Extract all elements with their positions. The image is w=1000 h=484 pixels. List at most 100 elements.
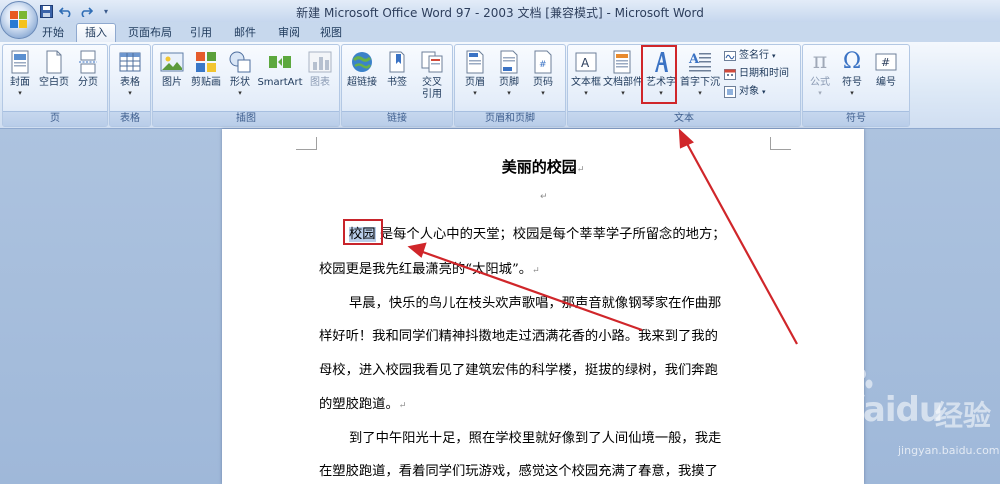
dropdown-arrow-icon: ▾ bbox=[541, 89, 545, 97]
svg-text:#: # bbox=[881, 56, 890, 69]
equation-icon: π bbox=[812, 49, 828, 74]
document-line: 样好听！我和同学们精神抖擞地走过洒满花香的小路。我来到了我的 bbox=[319, 329, 718, 344]
group-text: A 文本框 ▾ 文档部件 ▾ 艺术字 ▾ A 首字下沉 ▾ 签名行 ▾ 日期和时… bbox=[567, 44, 801, 127]
tab-home[interactable]: 开始 bbox=[36, 24, 70, 42]
cross-reference-icon bbox=[420, 50, 444, 74]
tab-insert[interactable]: 插入 bbox=[76, 23, 116, 43]
watermark-brand: Baidu bbox=[838, 390, 943, 430]
blank-page-button[interactable]: 空白页 bbox=[37, 50, 71, 89]
group-label-pages: 页 bbox=[3, 111, 107, 126]
table-icon bbox=[118, 50, 142, 74]
smartart-icon bbox=[268, 50, 292, 74]
group-header-footer: 页眉 ▾ 页脚 ▾ # 页码 ▾ 页眉和页脚 bbox=[454, 44, 566, 127]
number-icon: # bbox=[874, 50, 898, 74]
dropdown-arrow-icon: ▾ bbox=[762, 88, 766, 96]
footer-icon bbox=[497, 50, 521, 74]
paragraph-mark: ↵ bbox=[540, 192, 548, 202]
wordart-highlight-box bbox=[641, 45, 677, 104]
svg-text:#: # bbox=[539, 60, 547, 70]
group-pages: 封面 ▾ 空白页 分页 页 bbox=[2, 44, 108, 127]
selection-highlight-box bbox=[343, 219, 383, 245]
crop-mark-left bbox=[296, 137, 317, 150]
ribbon: 封面 ▾ 空白页 分页 页 表格 ▾ 表格 图片 剪贴画 形状 ▾ SmartA… bbox=[0, 42, 1000, 129]
svg-text:A: A bbox=[688, 52, 700, 67]
dropdown-arrow-icon: ▾ bbox=[621, 89, 625, 97]
page-number-button[interactable]: # 页码 ▾ bbox=[527, 50, 559, 98]
shapes-button[interactable]: 形状 ▾ bbox=[225, 50, 255, 98]
clip-art-button[interactable]: 剪贴画 bbox=[189, 50, 223, 89]
watermark-url: jingyan.baidu.com bbox=[898, 444, 1000, 457]
dropdown-arrow-icon: ▾ bbox=[772, 52, 776, 60]
group-label-tables: 表格 bbox=[110, 111, 150, 126]
smartart-button[interactable]: SmartArt bbox=[257, 50, 303, 89]
ribbon-tabs: 开始 插入 页面布局 引用 邮件 审阅 视图 bbox=[0, 22, 1000, 43]
signature-line-button[interactable]: 签名行 ▾ bbox=[724, 48, 776, 64]
blank-page-icon bbox=[42, 50, 66, 74]
quick-parts-icon bbox=[611, 50, 635, 74]
document-line: 校园 是每个人心中的天堂；校园是每个莘莘学子所留念的地方； bbox=[349, 227, 726, 242]
office-button[interactable] bbox=[0, 1, 38, 39]
cross-reference-button[interactable]: 交叉 引用 bbox=[416, 50, 448, 101]
hyperlink-button[interactable]: 超链接 bbox=[345, 50, 379, 89]
document-line: 校园更是我先红最潇亮的“太阳城”。↵ bbox=[319, 262, 540, 277]
dropdown-arrow-icon: ▾ bbox=[850, 89, 854, 97]
tab-mailings[interactable]: 邮件 bbox=[228, 24, 262, 42]
clip-art-icon bbox=[194, 50, 218, 74]
tab-review[interactable]: 审阅 bbox=[272, 24, 306, 42]
cover-page-button[interactable]: 封面 ▾ bbox=[5, 50, 35, 98]
page-break-button[interactable]: 分页 bbox=[73, 50, 103, 89]
tab-view[interactable]: 视图 bbox=[314, 24, 348, 42]
document-line: 到了中午阳光十足，照在学校里就好像到了人间仙境一般，我走 bbox=[349, 431, 722, 446]
group-label-text: 文本 bbox=[568, 111, 800, 126]
paragraph-mark: ↵ bbox=[576, 165, 585, 175]
crop-mark-right bbox=[770, 137, 791, 150]
shapes-icon bbox=[228, 50, 252, 74]
chart-icon bbox=[308, 50, 332, 74]
hyperlink-icon bbox=[350, 50, 374, 74]
chart-button[interactable]: 图表 bbox=[305, 50, 335, 89]
document-page[interactable]: 美丽的校园↵ ↵ 校园 是每个人心中的天堂；校园是每个莘莘学子所留念的地方； 校… bbox=[222, 129, 864, 484]
cover-page-icon bbox=[8, 50, 32, 74]
baidu-watermark: Baidu 经验 jingyan.baidu.com bbox=[838, 368, 1000, 468]
table-button[interactable]: 表格 ▾ bbox=[113, 50, 147, 98]
footer-button[interactable]: 页脚 ▾ bbox=[493, 50, 525, 98]
dropdown-arrow-icon: ▾ bbox=[473, 89, 477, 97]
symbol-button[interactable]: Ω 符号 ▾ bbox=[837, 50, 867, 98]
object-button[interactable]: 对象 ▾ bbox=[724, 84, 766, 100]
document-line: 早晨，快乐的鸟儿在枝头欢声歌唱，那声音就像钢琴家在作曲那 bbox=[349, 296, 722, 311]
tab-page-layout[interactable]: 页面布局 bbox=[122, 24, 178, 42]
office-logo-icon bbox=[10, 11, 28, 29]
date-time-button[interactable]: 日期和时间 bbox=[724, 66, 789, 82]
bookmark-button[interactable]: 书签 bbox=[382, 50, 412, 89]
document-line: 母校，进入校园我看见了建筑宏伟的科学楼，挺拔的绿树，我们奔跑 bbox=[319, 363, 718, 378]
window-title: 新建 Microsoft Office Word 97 - 2003 文档 [兼… bbox=[296, 6, 704, 20]
dropdown-arrow-icon: ▾ bbox=[128, 89, 132, 97]
tab-references[interactable]: 引用 bbox=[184, 24, 218, 42]
dropdown-arrow-icon: ▾ bbox=[818, 89, 822, 97]
picture-button[interactable]: 图片 bbox=[157, 50, 187, 89]
document-title: 美丽的校园↵ bbox=[501, 158, 585, 176]
group-label-links: 链接 bbox=[342, 111, 452, 126]
dropdown-arrow-icon: ▾ bbox=[584, 89, 588, 97]
watermark-brand-cn: 经验 bbox=[935, 399, 992, 432]
page-number-icon: # bbox=[531, 50, 555, 74]
group-label-header-footer: 页眉和页脚 bbox=[455, 111, 565, 126]
number-button[interactable]: # 编号 bbox=[871, 50, 901, 89]
date-time-icon bbox=[724, 68, 736, 80]
quick-parts-button[interactable]: 文档部件 ▾ bbox=[603, 50, 643, 98]
header-icon bbox=[463, 50, 487, 74]
group-symbols: π 公式 ▾ Ω 符号 ▾ # 编号 符号 bbox=[802, 44, 910, 127]
group-illustrations: 图片 剪贴画 形状 ▾ SmartArt 图表 插图 bbox=[152, 44, 340, 127]
bookmark-icon bbox=[385, 50, 409, 74]
title-bar: ▾ 新建 Microsoft Office Word 97 - 2003 文档 … bbox=[0, 0, 1000, 22]
equation-button[interactable]: π 公式 ▾ bbox=[805, 50, 835, 98]
group-tables: 表格 ▾ 表格 bbox=[109, 44, 151, 127]
picture-icon bbox=[160, 50, 184, 74]
drop-cap-button[interactable]: A 首字下沉 ▾ bbox=[680, 50, 720, 98]
signature-line-icon bbox=[724, 50, 736, 62]
text-box-button[interactable]: A 文本框 ▾ bbox=[570, 50, 602, 98]
svg-text:A: A bbox=[581, 56, 590, 70]
group-label-symbols: 符号 bbox=[803, 111, 909, 126]
header-button[interactable]: 页眉 ▾ bbox=[459, 50, 491, 98]
group-label-illustrations: 插图 bbox=[153, 111, 339, 126]
